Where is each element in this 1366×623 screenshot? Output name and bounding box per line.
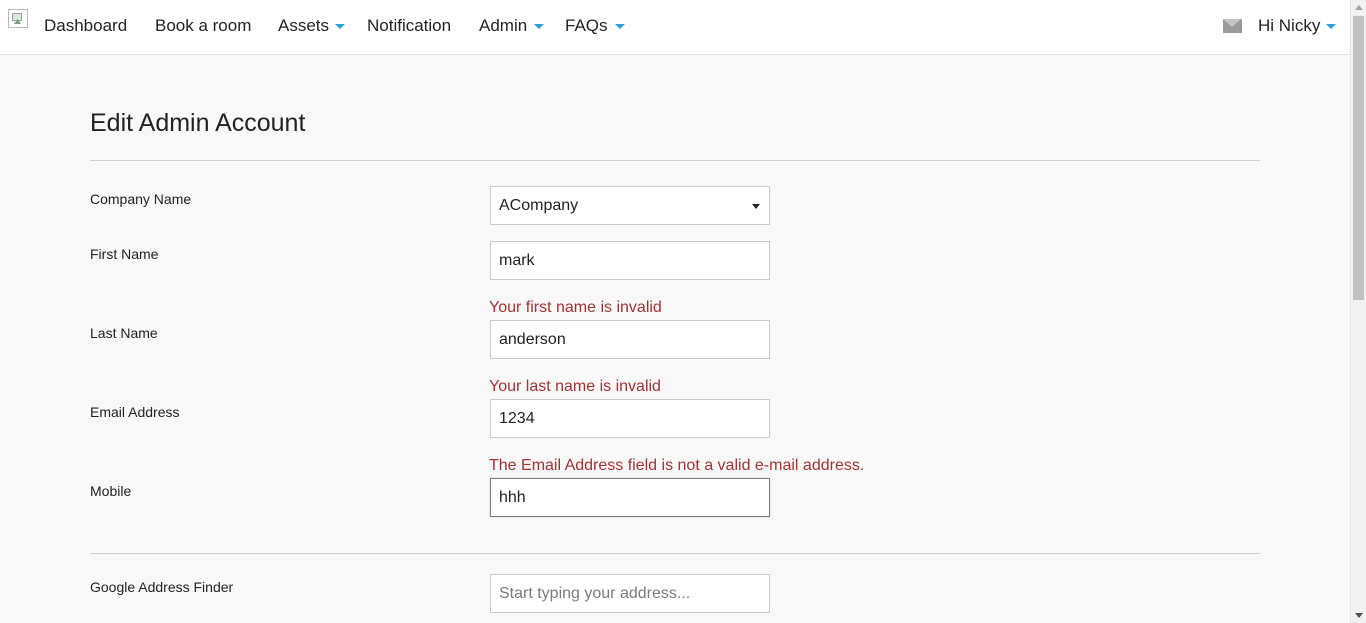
company-name-label: Company Name (90, 191, 192, 207)
divider (90, 160, 1260, 161)
email-error: The Email Address field is not a valid e… (489, 457, 865, 474)
scroll-up-arrow-icon[interactable] (1355, 5, 1363, 10)
dropdown-arrow-icon (752, 204, 760, 209)
company-name-value: ACompany (499, 197, 579, 214)
top-navbar: Dashboard Book a room Assets Notificatio… (0, 0, 1350, 55)
email-label: Email Address (90, 404, 180, 420)
user-menu[interactable]: Hi Nicky (1258, 16, 1320, 36)
address-finder-input[interactable]: Start typing your address... (490, 574, 770, 613)
last-name-label: Last Name (90, 325, 158, 341)
address-finder-label: Google Address Finder (90, 579, 234, 595)
last-name-input[interactable]: anderson (490, 320, 770, 359)
nav-assets[interactable]: Assets (278, 16, 329, 36)
envelope-icon[interactable] (1223, 19, 1242, 33)
scroll-thumb[interactable] (1353, 16, 1364, 300)
first-name-error: Your first name is invalid (489, 299, 662, 316)
last-name-error: Your last name is invalid (489, 378, 661, 395)
logo-image-icon[interactable] (8, 9, 28, 28)
chevron-down-icon[interactable] (1326, 24, 1336, 29)
first-name-label: First Name (90, 246, 159, 262)
mobile-label: Mobile (90, 483, 132, 499)
chevron-down-icon[interactable] (335, 24, 345, 29)
nav-admin[interactable]: Admin (479, 16, 527, 36)
email-input[interactable]: 1234 (490, 399, 770, 438)
company-name-select[interactable]: ACompany (490, 186, 770, 225)
chevron-down-icon[interactable] (534, 24, 544, 29)
divider (90, 553, 1260, 554)
chevron-down-icon[interactable] (615, 24, 625, 29)
vertical-scrollbar[interactable] (1350, 0, 1366, 623)
nav-dashboard[interactable]: Dashboard (44, 16, 127, 36)
nav-notification[interactable]: Notification (367, 16, 451, 36)
page-title: Edit Admin Account (90, 109, 306, 137)
nav-faqs[interactable]: FAQs (565, 16, 608, 36)
scroll-down-arrow-icon[interactable] (1355, 613, 1363, 618)
first-name-input[interactable]: mark (490, 241, 770, 280)
mobile-input[interactable]: hhh (490, 478, 770, 517)
nav-book-a-room[interactable]: Book a room (155, 16, 251, 36)
